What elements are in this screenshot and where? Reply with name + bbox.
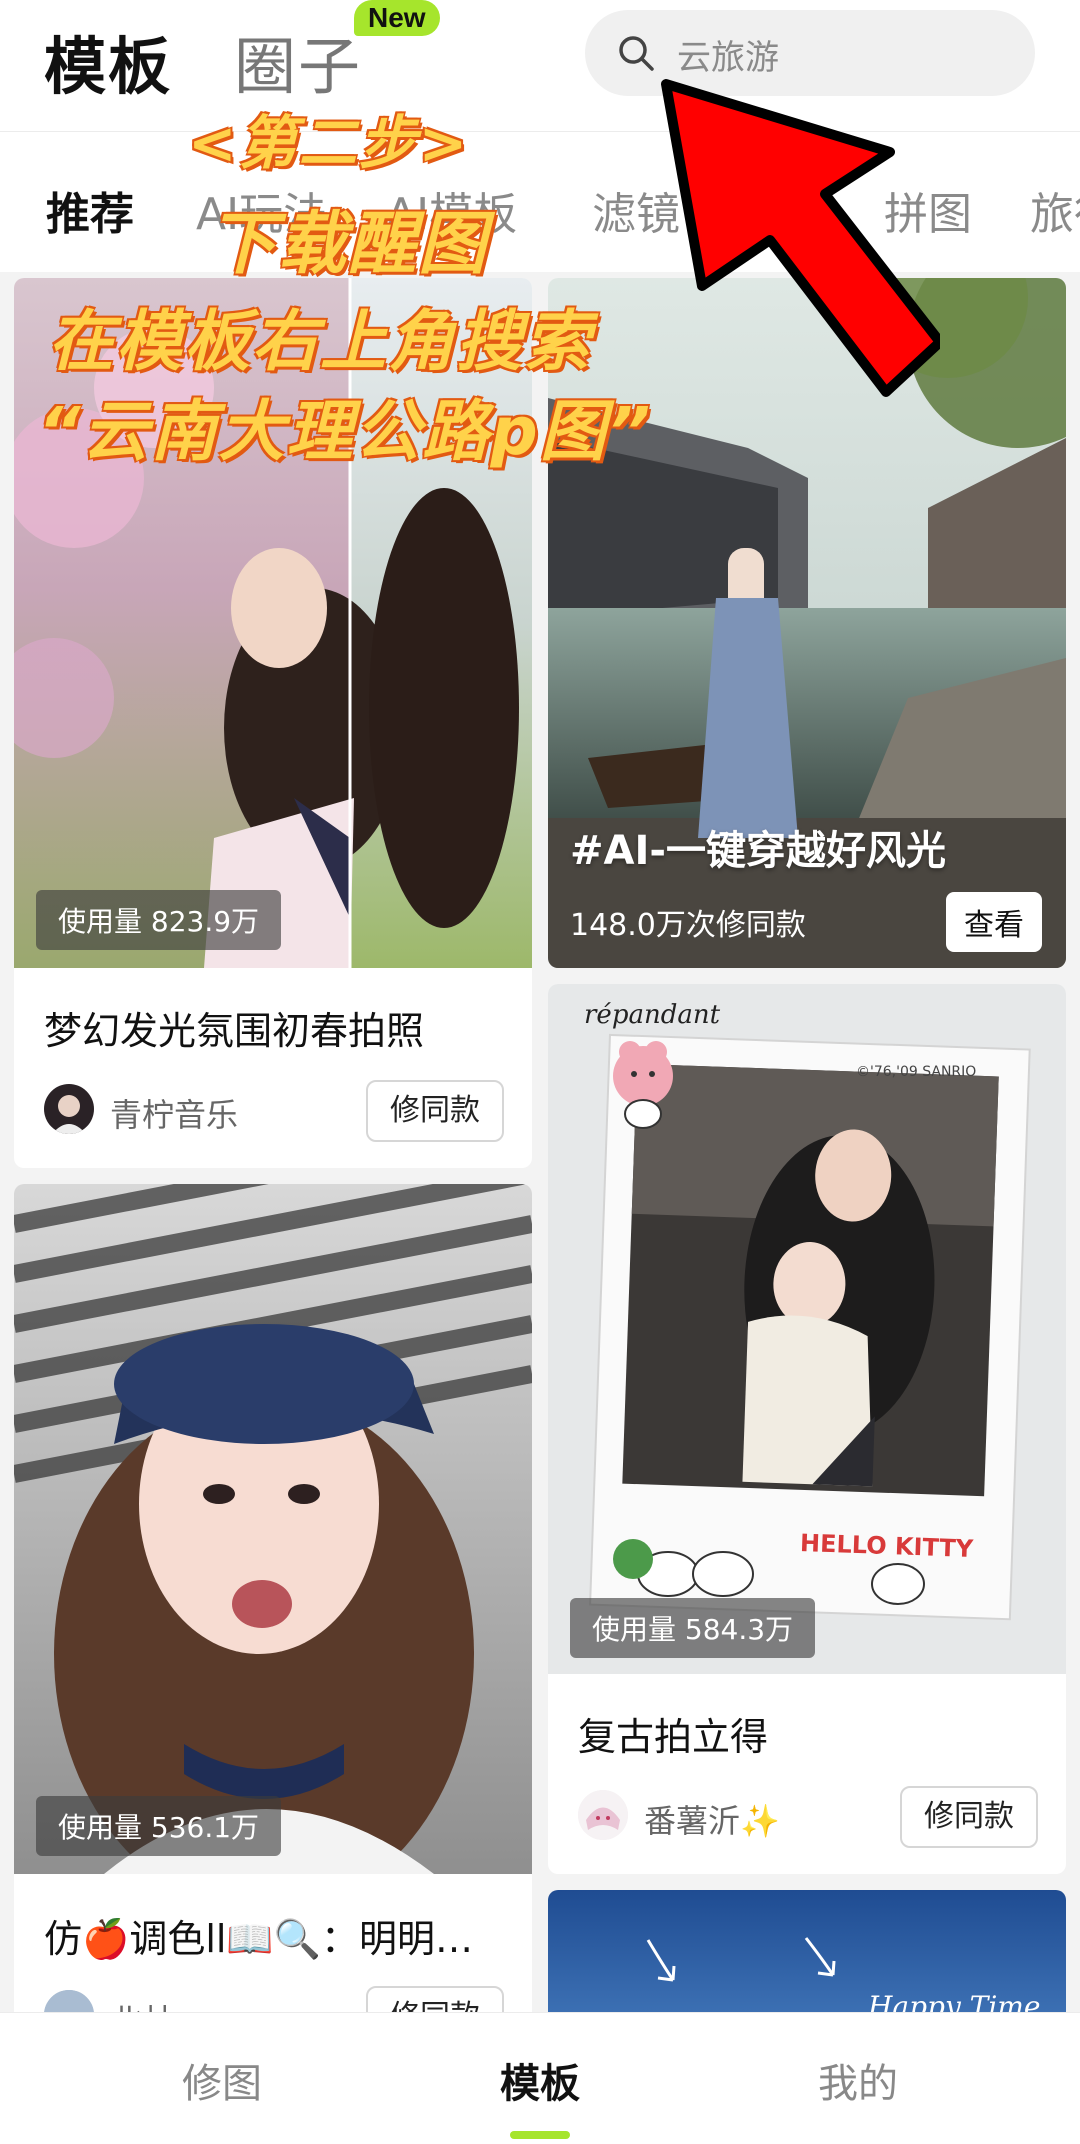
usage-badge: 使用量 536.1万 xyxy=(36,1796,282,1856)
usage-badge: 使用量 584.3万 xyxy=(570,1598,816,1658)
photo-sticker-text: HELLO KITTY xyxy=(799,1528,974,1564)
category-tab-recommend[interactable]: 推荐 xyxy=(46,178,134,242)
search-placeholder: 云旅游 xyxy=(677,38,779,78)
nav-active-indicator xyxy=(510,2131,570,2139)
nav-me[interactable]: 我的 xyxy=(818,2051,898,2109)
polaroid-illustration xyxy=(589,1033,1031,1621)
card-title: 仿🍎调色ll📖🔍：明明… xyxy=(44,1917,474,1961)
tab-templates[interactable]: 模板 xyxy=(44,16,172,106)
author-avatar[interactable] xyxy=(578,1790,628,1840)
card-title: 梦幻发光氛围初春拍照 xyxy=(44,1009,425,1053)
overlay-search-hint: 在模板右上角搜索 xyxy=(48,303,592,380)
template-image-cap-portrait xyxy=(14,1184,532,1874)
author-name[interactable]: 青柠音乐 xyxy=(110,1090,238,1136)
make-same-button[interactable]: 修同款 xyxy=(900,1786,1038,1848)
make-same-button[interactable]: 修同款 xyxy=(366,1080,504,1142)
bottom-nav: 修图 模板 我的 xyxy=(0,2012,1080,2144)
view-button[interactable]: 查看 xyxy=(946,892,1042,952)
category-tab-travel[interactable]: 旅行 xyxy=(1030,178,1080,242)
template-card-4[interactable]: répandant ©'76,'09 SANRIO HELLO KITTY 使用… xyxy=(548,984,1066,1874)
card-overlay-subtitle: 148.0万次修同款 xyxy=(570,908,806,943)
photo-copyright: ©'76,'09 SANRIO xyxy=(856,1064,977,1080)
overlay-step-label: <第二步> xyxy=(188,109,470,177)
avatar-image xyxy=(52,1095,86,1134)
avatar-image xyxy=(578,1790,628,1840)
tab-circles[interactable]: 圈子 xyxy=(234,16,362,106)
card-overlay-title: #AI-一键穿越好风光 xyxy=(570,828,946,874)
usage-badge: 使用量 823.9万 xyxy=(36,890,282,950)
nav-edit[interactable]: 修图 xyxy=(182,2051,262,2109)
template-card-3[interactable]: 使用量 536.1万 仿🍎调色ll📖🔍：明明… 北林 修同款 xyxy=(14,1184,532,2084)
overlay-download-label: 下载醒图 xyxy=(208,205,489,284)
template-image-polaroid: répandant ©'76,'09 SANRIO HELLO KITTY xyxy=(548,984,1066,1674)
author-avatar[interactable] xyxy=(44,1084,94,1134)
photo-caption: répandant xyxy=(584,1000,721,1030)
card-title: 复古拍立得 xyxy=(578,1715,769,1759)
nav-templates[interactable]: 模板 xyxy=(500,2051,580,2109)
search-icon xyxy=(619,36,654,71)
new-badge: New xyxy=(354,0,440,36)
author-name[interactable]: 番薯沂✨ xyxy=(644,1796,780,1842)
red-arrow-icon xyxy=(661,79,940,397)
overlay-search-term: “云南大理公路p图” xyxy=(38,393,653,470)
